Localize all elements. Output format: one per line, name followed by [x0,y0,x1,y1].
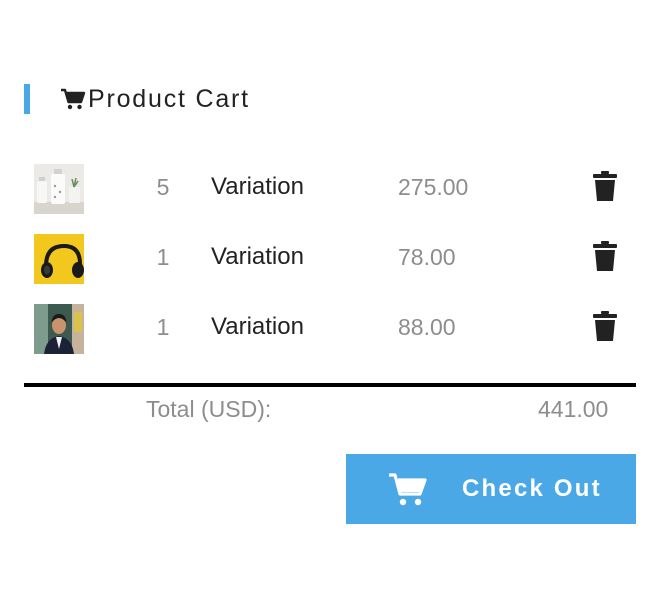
cart-item-row: 1 Variation 88.00 [0,294,672,364]
total-value: 441.00 [538,396,609,422]
header-accent-bar [24,84,30,114]
cart-title: Product Cart [88,85,250,113]
cart-item-list: 5 Variation 275.00 1 Variation 78.00 1 V… [0,154,672,364]
cart-header: Product Cart [24,84,250,114]
item-quantity: 1 [156,314,170,340]
product-thumbnail [34,234,84,284]
item-price: 88.00 [398,314,456,340]
total-label: Total (USD): [146,396,272,422]
summary-divider [24,383,636,387]
item-price: 78.00 [398,244,456,270]
cart-item-row: 1 Variation 78.00 [0,224,672,294]
checkout-button[interactable]: Check Out [346,454,636,524]
item-quantity: 5 [156,174,170,200]
item-price: 275.00 [398,174,469,200]
checkout-label: Check Out [462,475,602,502]
cart-item-row: 5 Variation 275.00 [0,154,672,224]
product-thumbnail [34,304,84,354]
item-name: Variation [211,173,304,200]
item-name: Variation [211,313,304,340]
product-thumbnail [34,164,84,214]
trash-icon[interactable] [592,240,618,272]
shopping-cart-icon [388,471,428,507]
trash-icon[interactable] [592,310,618,342]
shopping-cart-icon [60,87,86,111]
trash-icon[interactable] [592,170,618,202]
item-quantity: 1 [156,244,170,270]
item-name: Variation [211,243,304,270]
